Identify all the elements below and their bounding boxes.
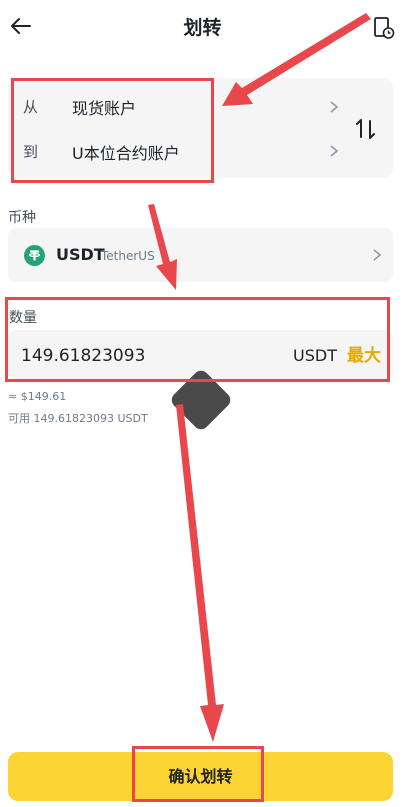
annotation-box-amount [5, 297, 390, 382]
chevron-right-icon[interactable] [327, 144, 341, 158]
annotation-arrow-3 [176, 404, 224, 742]
chevron-right-icon[interactable] [327, 100, 341, 114]
usdt-coin-icon [24, 245, 45, 266]
swap-direction-icon[interactable] [353, 116, 379, 142]
usd-estimate: ≈ $149.61 [8, 390, 67, 403]
history-record-icon[interactable] [369, 14, 397, 42]
coin-symbol: USDT [56, 245, 105, 264]
page-title: 划转 [183, 17, 222, 39]
chevron-right-icon[interactable] [370, 248, 384, 262]
annotation-box-confirm [132, 746, 264, 802]
annotation-box-accounts [11, 78, 214, 183]
available-balance: 可用 149.61823093 USDT [8, 412, 148, 425]
coin-full-name: TetherUS [101, 249, 155, 263]
coin-section-label: 币种 [8, 210, 36, 226]
